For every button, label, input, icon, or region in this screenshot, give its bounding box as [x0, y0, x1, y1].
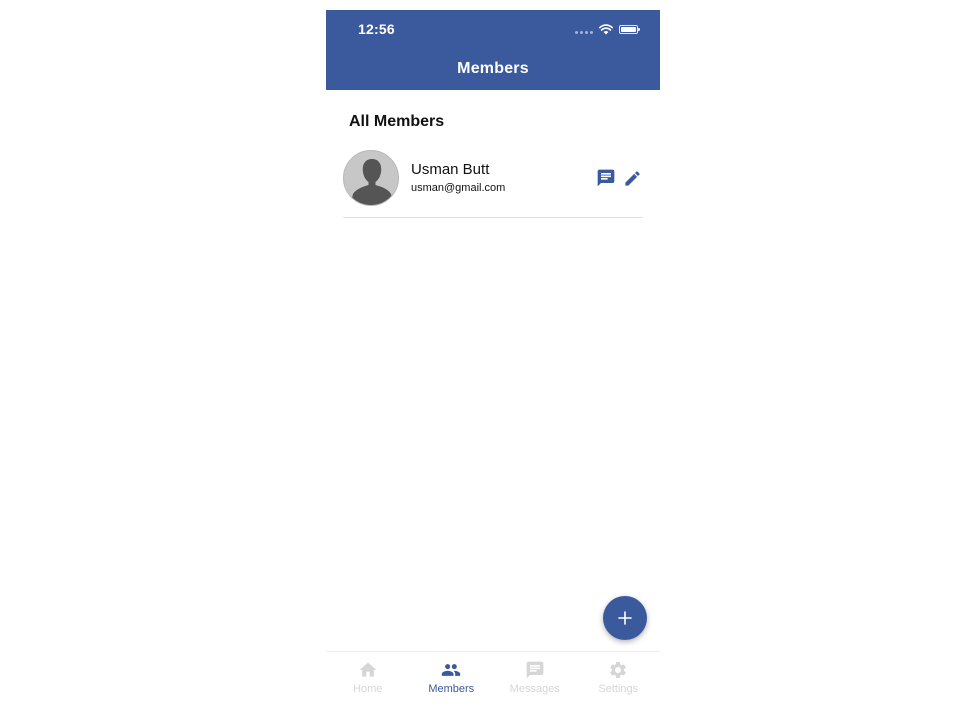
tab-label-home: Home [353, 683, 383, 695]
plus-icon [618, 611, 632, 625]
section-title: All Members [349, 113, 445, 130]
message-icon [597, 169, 615, 187]
person-silhouette-icon [350, 159, 394, 205]
tab-messages[interactable]: Messages [493, 652, 577, 720]
battery-icon [619, 24, 640, 34]
message-member-button[interactable] [595, 167, 617, 189]
tab-label-settings: Settings [598, 683, 639, 695]
avatar [343, 150, 399, 206]
tab-members[interactable]: Members [410, 652, 494, 720]
members-icon [442, 664, 461, 676]
tab-settings[interactable]: Settings [577, 652, 661, 720]
member-list-item[interactable]: Usman Butt usman@gmail.com [343, 148, 643, 218]
member-email: usman@gmail.com [411, 182, 506, 194]
signal-icon [575, 30, 593, 34]
pencil-icon [624, 170, 640, 186]
message-icon [526, 661, 544, 679]
edit-member-button[interactable] [621, 167, 643, 189]
header-bar: 12:56 Members [326, 10, 660, 90]
app-screen: 12:56 Members All Members Usman Butt usm… [326, 10, 660, 720]
tab-label-messages: Messages [509, 683, 560, 695]
add-member-button[interactable] [603, 596, 647, 640]
bottom-tab-bar: Home Members Messages Settings [326, 651, 660, 720]
wifi-icon [599, 23, 613, 34]
page-title: Members [457, 60, 529, 77]
home-icon [359, 662, 377, 677]
tab-label-members: Members [428, 683, 475, 695]
status-time: 12:56 [358, 21, 395, 37]
member-name: Usman Butt [411, 161, 490, 178]
status-icons [575, 22, 640, 36]
gear-icon [610, 662, 627, 678]
tab-home[interactable]: Home [326, 652, 410, 720]
